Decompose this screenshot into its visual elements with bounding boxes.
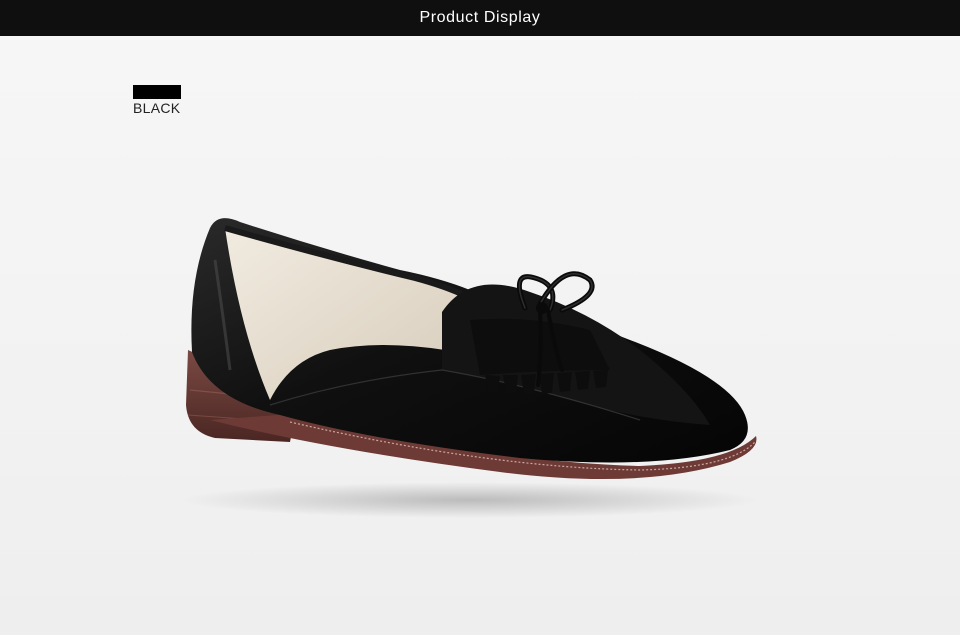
loafer-shoe-image (180, 218, 760, 518)
header-bar: Product Display (0, 0, 960, 36)
shoe-shadow (180, 482, 760, 518)
color-option[interactable]: BLACK (133, 85, 193, 116)
color-label: BLACK (133, 100, 181, 116)
page-title: Product Display (419, 9, 541, 26)
color-swatch[interactable] (133, 85, 181, 99)
